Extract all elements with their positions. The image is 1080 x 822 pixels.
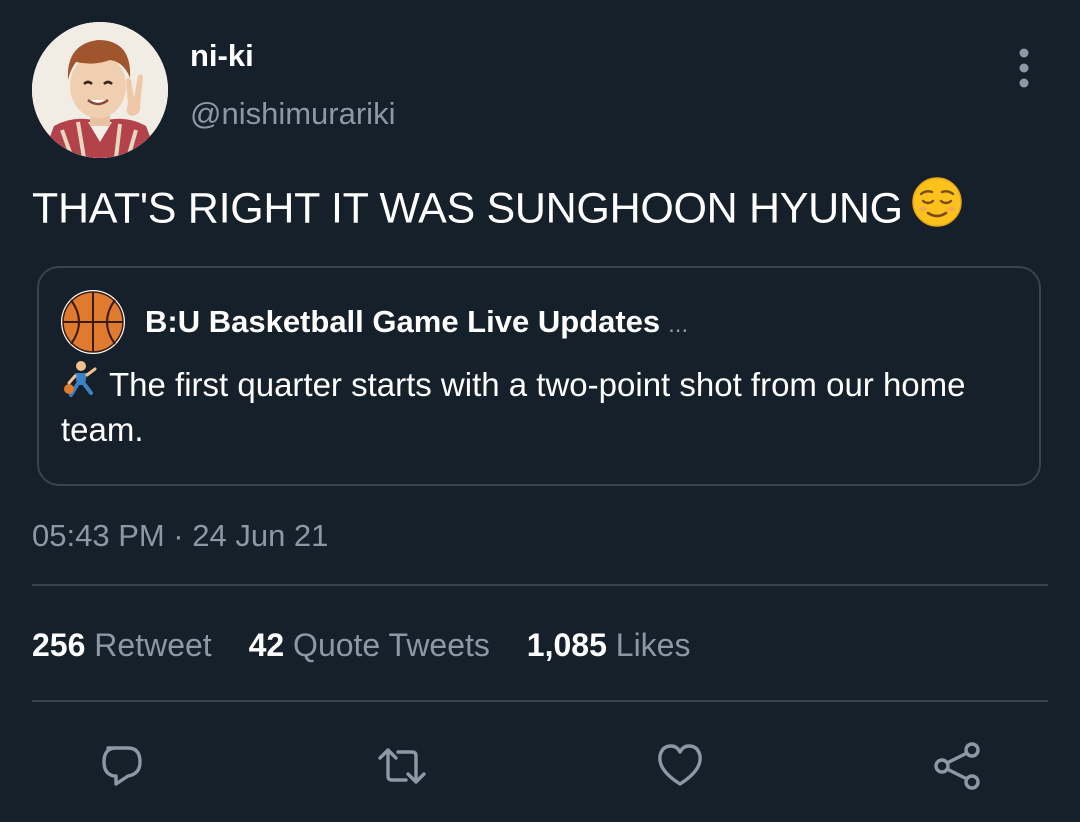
engagement-stats: 256 Retweet 42 Quote Tweets 1,085 Likes: [32, 624, 718, 666]
author-avatar[interactable]: [32, 22, 168, 158]
retweet-icon: [378, 748, 426, 784]
author-display-name[interactable]: ni-ki: [190, 38, 254, 74]
quoted-tweet-card[interactable]: B:U Basketball Game Live Updates... The …: [37, 266, 1041, 486]
relieved-face-emoji-icon: [911, 176, 963, 240]
retweet-button[interactable]: [372, 736, 432, 796]
divider: [32, 700, 1048, 702]
like-button[interactable]: [650, 736, 710, 796]
tweet-text: THAT'S RIGHT IT WAS SUNGHOON HYUNG: [32, 177, 963, 240]
share-button[interactable]: [928, 736, 988, 796]
profile-photo-icon: [32, 22, 168, 158]
retweet-stat[interactable]: 256 Retweet: [32, 627, 212, 663]
retweet-count: 256: [32, 627, 86, 663]
author-handle[interactable]: @nishimurariki: [190, 96, 395, 132]
more-vertical-icon: [1019, 48, 1029, 88]
reply-icon: [102, 746, 142, 786]
likes-stat[interactable]: 1,085 Likes: [527, 627, 691, 663]
quoted-tweet-text: The first quarter starts with a two-poin…: [61, 361, 1011, 451]
quoted-author-line: B:U Basketball Game Live Updates...: [145, 302, 688, 345]
basketball-icon: [61, 290, 125, 354]
quoted-author-name: B:U Basketball Game Live Updates: [145, 304, 661, 339]
likes-count: 1,085: [526, 627, 607, 663]
quoted-body: The first quarter starts with a two-poin…: [61, 366, 966, 449]
retweet-label: Retweet: [94, 627, 212, 663]
likes-label: Likes: [615, 627, 691, 663]
quote-stat[interactable]: 42 Quote Tweets: [249, 627, 490, 663]
quote-count: 42: [248, 627, 285, 663]
quoted-author-avatar[interactable]: [61, 290, 125, 354]
share-icon: [934, 742, 980, 790]
more-options-button[interactable]: [1004, 44, 1044, 92]
divider: [32, 584, 1048, 586]
reply-button[interactable]: [92, 736, 152, 796]
tweet-body: THAT'S RIGHT IT WAS SUNGHOON HYUNG: [32, 184, 903, 233]
quote-label: Quote Tweets: [293, 627, 490, 663]
basketball-player-emoji-icon: [61, 359, 101, 409]
tweet-timestamp[interactable]: 05:43 PM · 24 Jun 21: [32, 516, 328, 556]
like-icon: [658, 744, 702, 786]
name-truncation: ...: [668, 311, 689, 338]
